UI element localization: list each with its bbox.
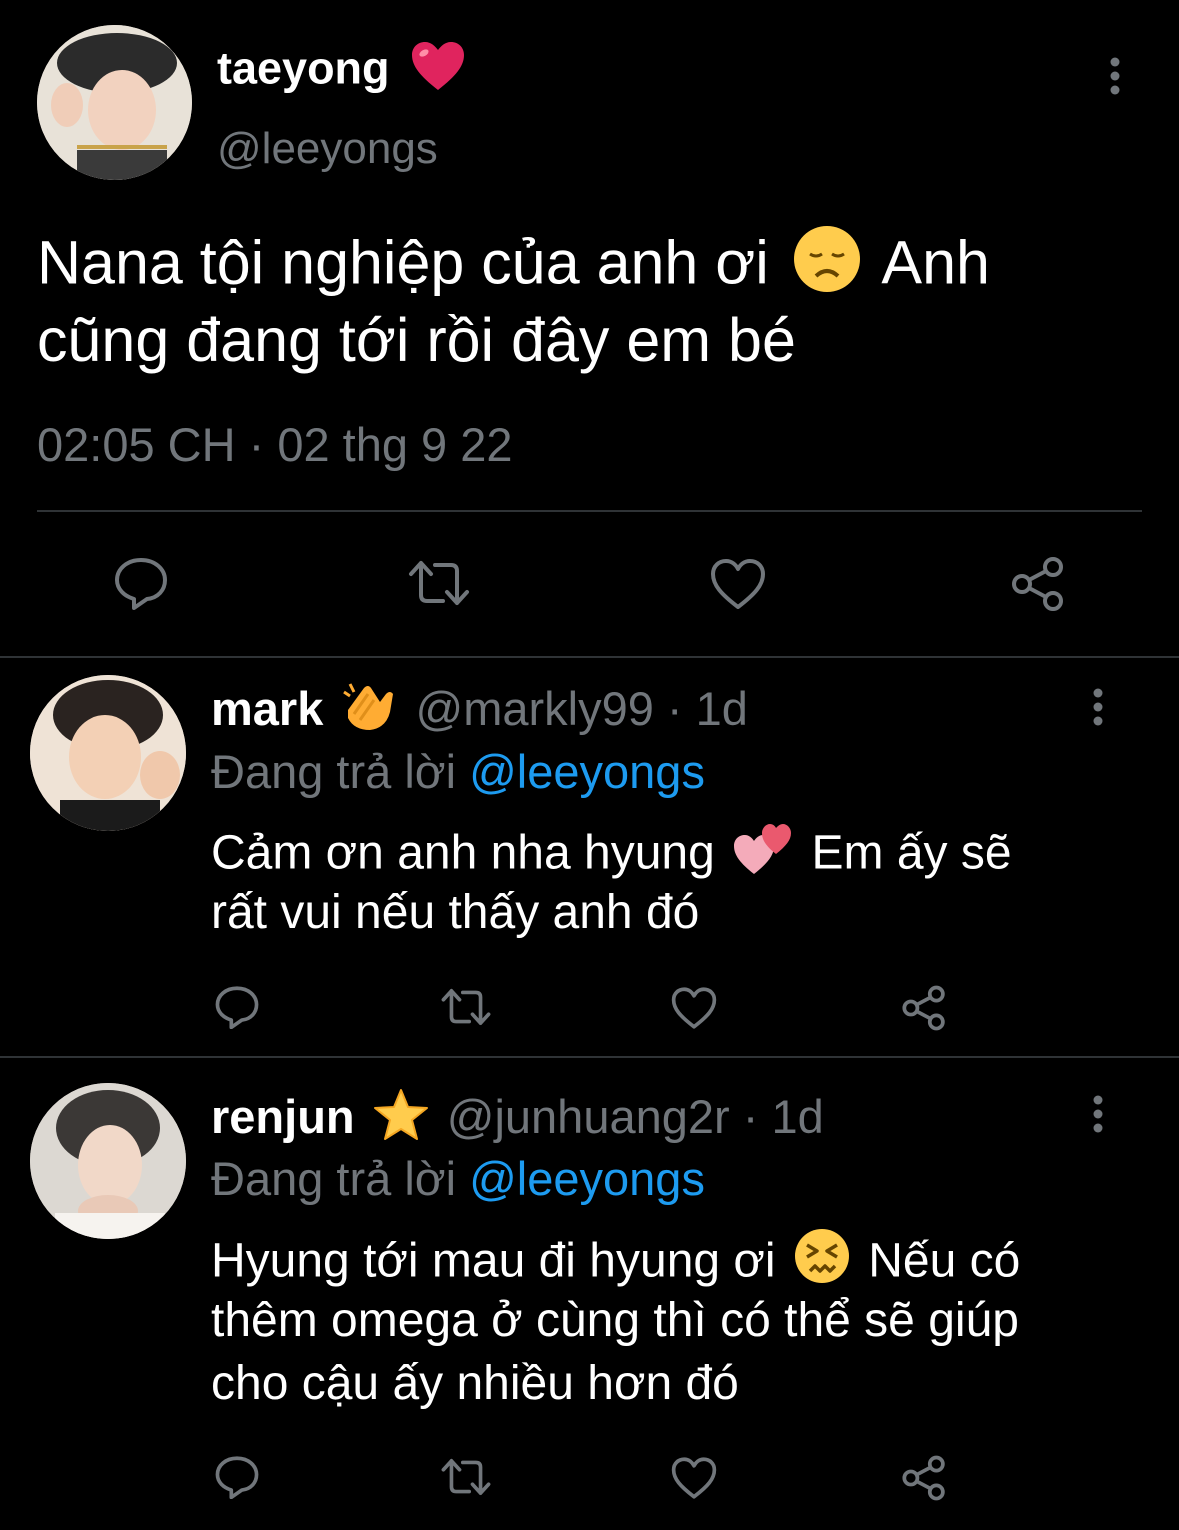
display-name[interactable]: renjun (211, 1090, 355, 1143)
more-options-icon[interactable] (1086, 688, 1110, 728)
avatar[interactable] (37, 25, 192, 180)
disappointed-face-emoji (792, 224, 862, 311)
handle[interactable]: @junhuang2r (447, 1090, 730, 1143)
display-name[interactable]: mark (211, 682, 323, 735)
clapping-hands-emoji (340, 680, 398, 745)
like-icon[interactable] (709, 557, 767, 611)
tweet-time[interactable]: · 1d (743, 1090, 824, 1143)
display-name[interactable]: taeyong (217, 42, 390, 93)
reply-text-line3: cho cậu ấy nhiều hơn đó (211, 1357, 739, 1410)
share-icon[interactable] (900, 985, 948, 1031)
like-icon[interactable] (670, 1456, 718, 1500)
replying-to-label: Đang trả lời (211, 1152, 457, 1205)
tweet-text-line1b: Anh (881, 228, 990, 297)
reply-text-line1a: Hyung tới mau đi hyung ơi (211, 1234, 776, 1288)
tweet-text-line1a: Nana tội nghiệp của anh ơi (37, 228, 769, 297)
replying-to-link[interactable]: @leeyongs (469, 745, 705, 798)
reply-text-line1b: Em ấy sẽ (811, 826, 1012, 880)
handle[interactable]: @markly99 (415, 682, 653, 735)
tweet-timestamp[interactable]: 02:05 CH · 02 thg 9 22 (37, 417, 513, 472)
more-options-icon[interactable] (1086, 1095, 1110, 1135)
divider (0, 656, 1179, 658)
like-icon[interactable] (670, 986, 718, 1030)
reply-icon[interactable] (214, 1455, 260, 1499)
avatar[interactable] (30, 1083, 186, 1239)
tweet-text: Nana tội nghiệp của anh ơi Anh (37, 224, 990, 311)
tweet-text-line2: cũng đang tới rồi đây em bé (37, 306, 796, 374)
avatar[interactable] (30, 675, 186, 831)
reply-icon[interactable] (214, 985, 260, 1029)
tweet-time[interactable]: · 1d (667, 682, 748, 735)
reply-text-line2: thêm omega ở cùng thì có thể sẽ giúp (211, 1294, 1019, 1347)
divider (0, 1056, 1179, 1058)
retweet-icon[interactable] (440, 1456, 492, 1498)
reply-text-line2: rất vui nếu thấy anh đó (211, 886, 700, 939)
divider (37, 510, 1142, 512)
handle[interactable]: @leeyongs (217, 124, 438, 174)
two-hearts-emoji (732, 820, 794, 892)
star-emoji (372, 1088, 430, 1153)
share-icon[interactable] (1009, 556, 1067, 612)
reply-text-line1a: Cảm ơn anh nha hyung (211, 826, 715, 880)
share-icon[interactable] (900, 1455, 948, 1501)
more-options-icon[interactable] (1103, 57, 1127, 97)
replying-to-label: Đang trả lời (211, 745, 457, 798)
replying-to-link[interactable]: @leeyongs (469, 1152, 705, 1205)
retweet-icon[interactable] (440, 986, 492, 1028)
reply-icon[interactable] (113, 556, 169, 610)
heart-emoji (410, 40, 466, 103)
retweet-icon[interactable] (407, 557, 471, 609)
reply-text-line1b: Nếu có (868, 1234, 1021, 1288)
